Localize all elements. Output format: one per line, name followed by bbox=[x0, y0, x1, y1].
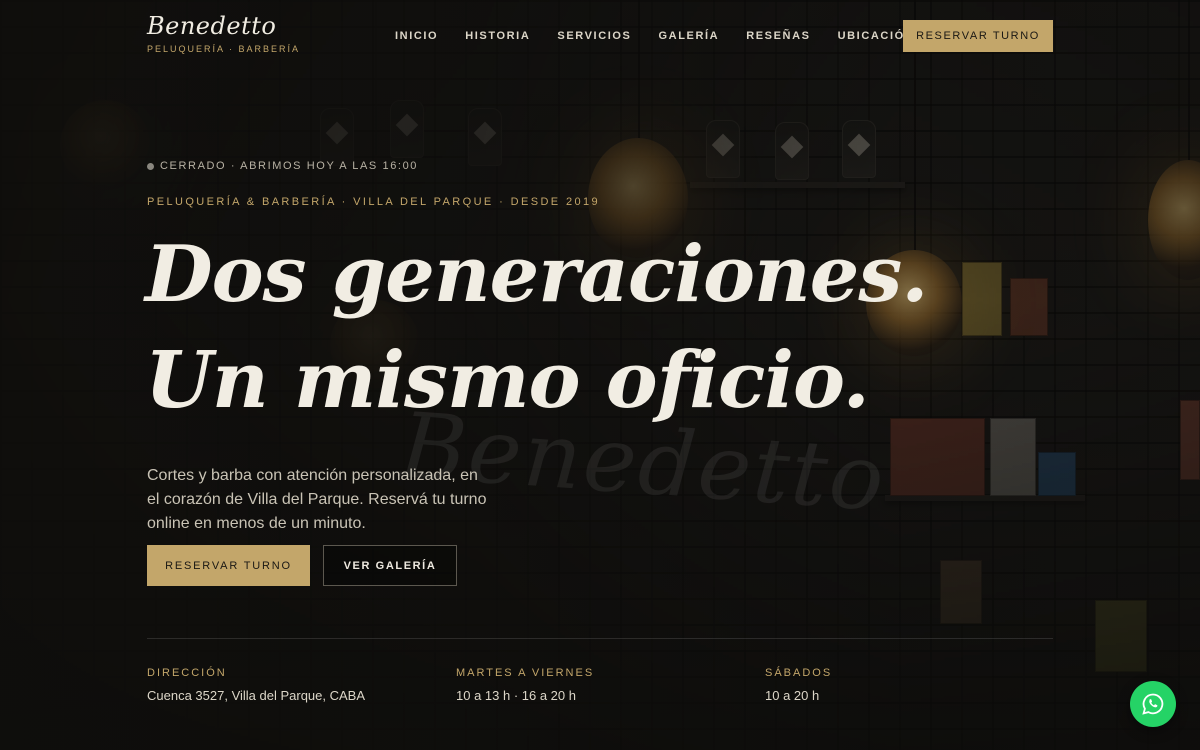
header-reserve-button[interactable]: RESERVAR TURNO bbox=[903, 20, 1053, 52]
divider bbox=[147, 638, 1053, 639]
hero-eyebrow: PELUQUERÍA & BARBERÍA · VILLA DEL PARQUE… bbox=[147, 196, 601, 208]
gallery-button[interactable]: VER GALERÍA bbox=[323, 545, 457, 586]
nav-item-servicios[interactable]: SERVICIOS bbox=[557, 30, 631, 42]
status-dot-icon bbox=[147, 162, 154, 170]
nav-item-historia[interactable]: HISTORIA bbox=[465, 30, 530, 42]
info-value: 10 a 13 h · 16 a 20 h bbox=[456, 688, 576, 703]
nav-item-resenas[interactable]: RESEÑAS bbox=[746, 30, 810, 42]
hero-headline: Dos generaciones. Un mismo oficio. bbox=[145, 222, 928, 434]
headline-line-2: Un mismo oficio. bbox=[145, 335, 870, 426]
info-value: Cuenca 3527, Villa del Parque, CABA bbox=[147, 688, 366, 703]
info-label: DIRECCIÓN bbox=[147, 667, 227, 679]
nav-item-galeria[interactable]: GALERÍA bbox=[659, 30, 720, 42]
info-saturday-hours: SÁBADOS 10 a 20 h bbox=[765, 667, 832, 703]
info-weekday-hours: MARTES A VIERNES 10 a 13 h · 16 a 20 h bbox=[456, 667, 594, 703]
info-label: MARTES A VIERNES bbox=[456, 667, 595, 679]
reserve-button[interactable]: RESERVAR TURNO bbox=[147, 545, 310, 586]
whatsapp-button[interactable] bbox=[1130, 681, 1176, 727]
status-text: CERRADO · ABRIMOS HOY A LAS 16:00 bbox=[160, 160, 419, 172]
headline-line-1: Dos generaciones. bbox=[145, 229, 928, 320]
brand-logo[interactable]: Benedetto PELUQUERÍA · BARBERÍA bbox=[147, 12, 300, 54]
main-nav: INICIO HISTORIA SERVICIOS GALERÍA RESEÑA… bbox=[395, 30, 941, 42]
opening-status: CERRADO · ABRIMOS HOY A LAS 16:00 bbox=[147, 160, 418, 172]
info-label: SÁBADOS bbox=[765, 667, 833, 679]
hero-lead: Cortes y barba con atención personalizad… bbox=[147, 467, 487, 532]
info-address: DIRECCIÓN Cuenca 3527, Villa del Parque,… bbox=[147, 667, 365, 703]
brand-tagline: PELUQUERÍA · BARBERÍA bbox=[147, 44, 301, 54]
info-value: 10 a 20 h bbox=[765, 688, 820, 703]
brand-name: Benedetto bbox=[147, 12, 277, 40]
whatsapp-icon bbox=[1142, 693, 1164, 715]
nav-item-inicio[interactable]: INICIO bbox=[395, 30, 438, 42]
site-header: Benedetto PELUQUERÍA · BARBERÍA INICIO H… bbox=[0, 0, 1200, 80]
